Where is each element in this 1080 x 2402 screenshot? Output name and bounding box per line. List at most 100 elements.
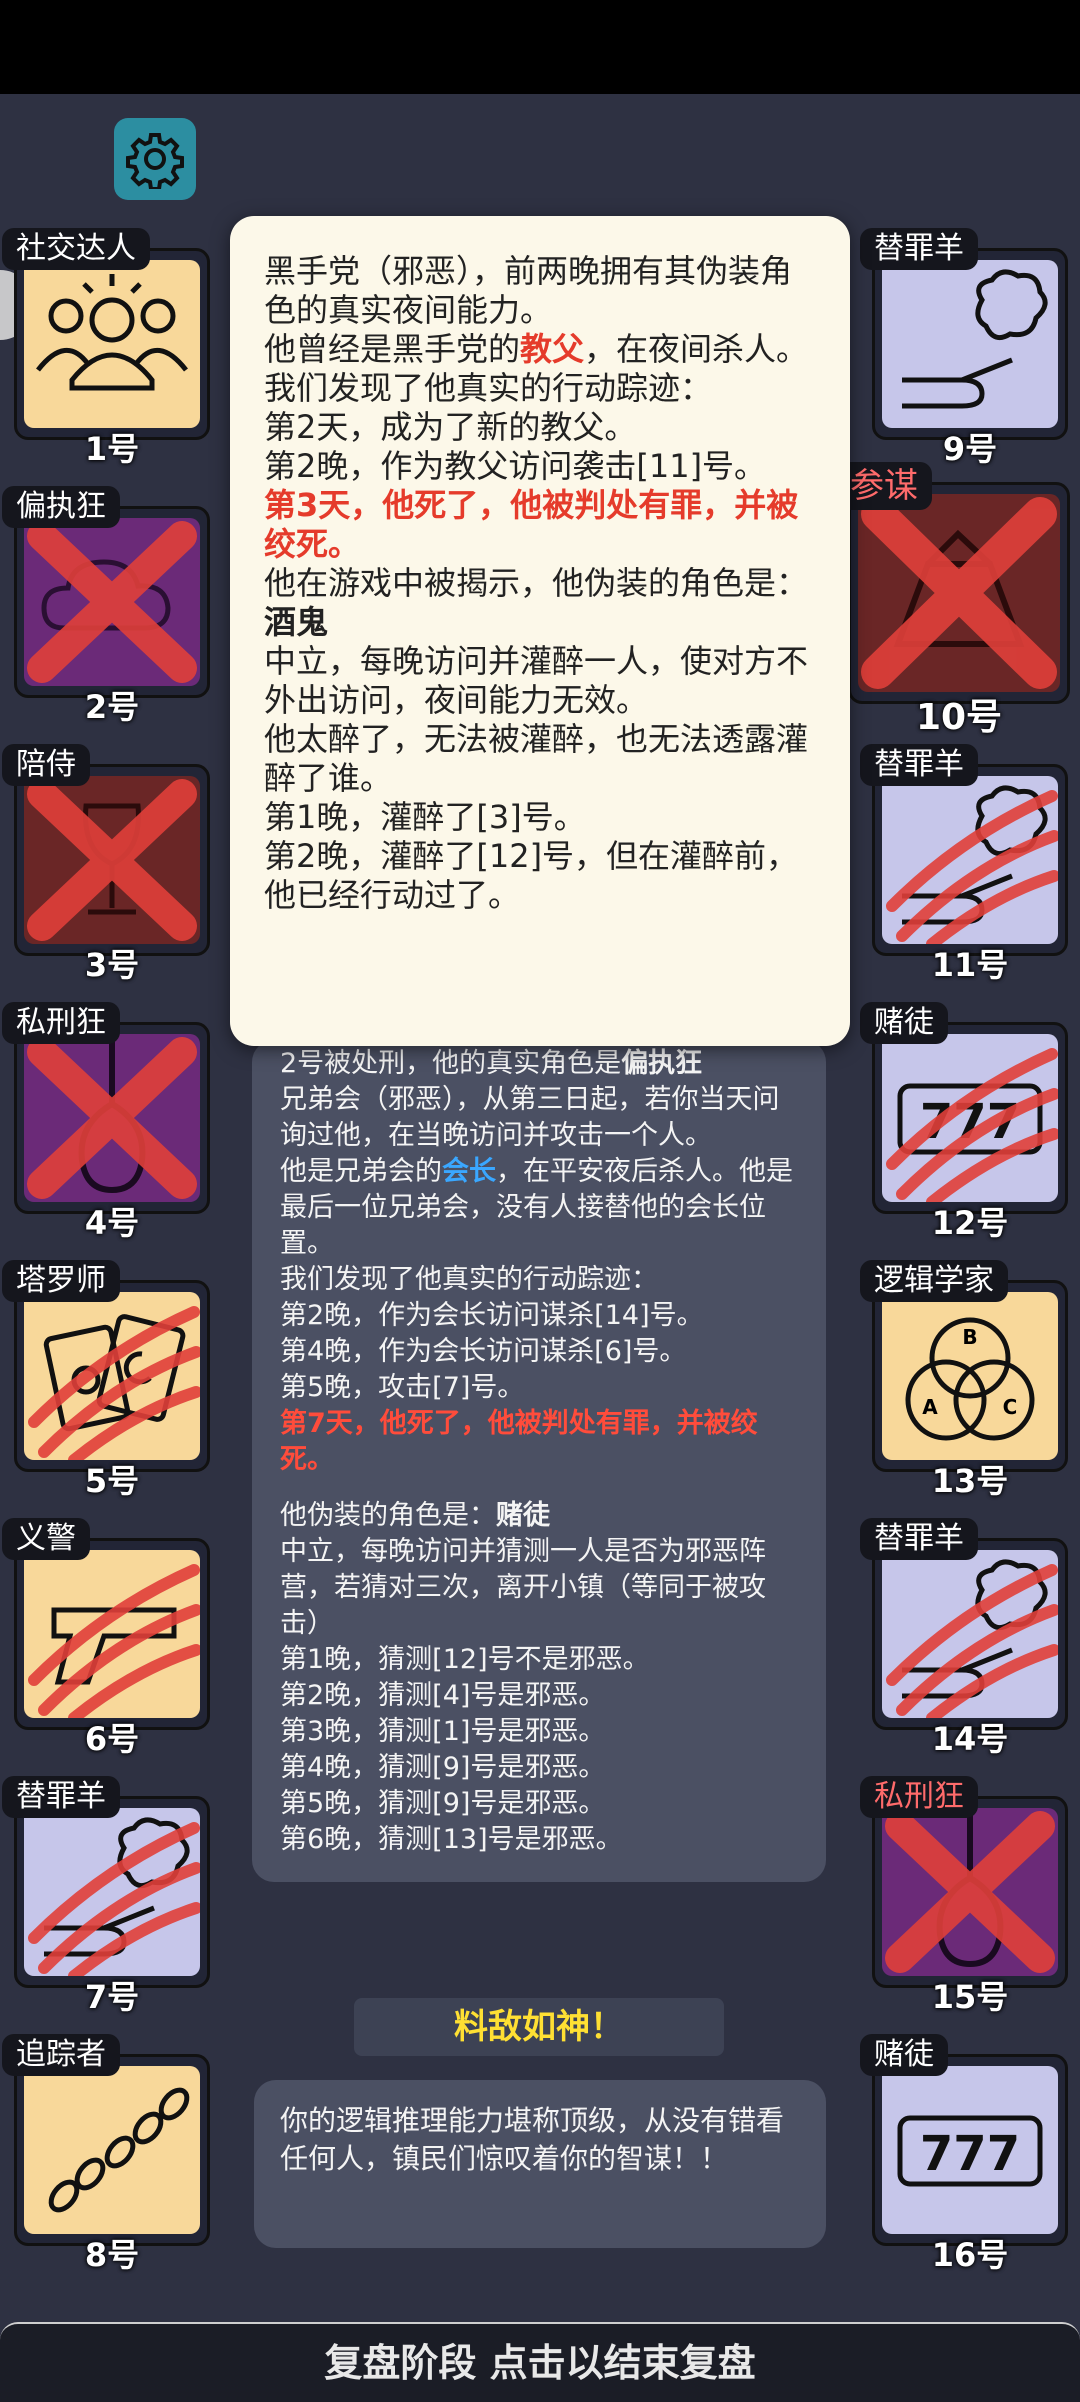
role-label: 替罪羊 [2,1776,120,1818]
log-line: 第4晚，作为会长访问谋杀[6]号。 [280,1336,687,1367]
eliminated-x-icon [861,497,1057,689]
popup-line: 黑手党（邪恶），前两晚拥有其伪装角色的真实夜间能力。 [264,252,793,329]
scapegoat-sheep-icon [902,269,1048,409]
log-line: 我们发现了他真实的行动踪迹： [280,1264,658,1295]
popup-death-line: 第3天，他死了，他被判处有罪，并被绞死。 [264,486,799,563]
log-line: 他是兄弟会的会长，在平安夜后杀人。他是最后一位兄弟会，没有人接替他的会长位置。 [280,1156,793,1259]
player-number: 15号 [931,1978,1009,2016]
svg-text:A: A [922,1395,938,1419]
log-line: 第2晚，作为会长访问谋杀[14]号。 [280,1300,704,1331]
player-card-12[interactable]: 777 赌徒 12号 [860,1002,1068,1242]
eliminated-x-icon [27,779,197,941]
log-line: 第5晚，攻击[7]号。 [280,1372,525,1403]
claw-attack-icon [886,790,1058,944]
player-card-10[interactable]: 参谋 10号 [836,462,1076,738]
svg-text:C: C [1003,1395,1018,1419]
status-bar [0,0,1080,94]
player-number: 10号 [915,697,1003,738]
eliminated-x-icon [27,521,197,683]
popup-line: 他在游戏中被揭示，他伪装的角色是：酒鬼 [264,564,809,641]
player-number: 14号 [931,1720,1009,1758]
claw-attack-icon [28,1564,200,1718]
popup-line: 第2晚，作为教父访问袭击[11]号。 [264,447,767,485]
log-line: 2号被处刑，他的真实角色是偏执狂 [280,1048,703,1079]
praise-panel: 你的逻辑推理能力堪称顶级，从没有错看任何人，镇民们惊叹着你的智谋！！ [254,2080,826,2248]
player-card-3[interactable]: 陪侍 3号 [2,744,210,984]
log-line: 中立，每晚访问并猜测一人是否为邪恶阵营，若猜对三次，离开小镇（等同于被攻击） [280,1536,766,1639]
svg-text:B: B [962,1325,977,1349]
gear-icon [126,133,184,189]
player-card-16[interactable]: 777 赌徒 16号 [860,2034,1068,2274]
player-number: 6号 [84,1720,140,1758]
player-card-13[interactable]: B A C 逻辑学家 13号 [860,1260,1068,1500]
claw-attack-icon [886,1048,1058,1202]
player-card-6[interactable]: 义警 6号 [2,1518,210,1758]
role-label: 替罪羊 [860,1518,978,1560]
player-number: 3号 [84,946,140,984]
log-line: 他伪装的角色是：赌徒 [280,1500,550,1531]
role-label: 塔罗师 [2,1260,120,1302]
review-log-panel[interactable]: 2号被处刑，他的真实角色是偏执狂 兄弟会（邪恶），从第三日起，若你当天问询过他，… [252,1040,826,1882]
role-label: 参谋 [836,462,932,510]
claw-attack-icon [28,1822,200,1976]
player-number: 1号 [84,430,140,468]
slot-777-icon: 777 [897,2115,1043,2187]
player-card-14[interactable]: 替罪羊 14号 [860,1518,1068,1758]
popup-line: 中立，每晚访问并灌醉一人，使对方不外出访问，夜间能力无效。 [264,642,809,719]
player-card-9[interactable]: 替罪羊 9号 [860,228,1068,468]
player-card-15[interactable]: 私刑狂 15号 [860,1776,1068,2016]
eliminated-x-icon [27,1037,197,1199]
footprints-icon [48,2087,190,2213]
role-label: 陪侍 [2,744,90,786]
role-label: 逻辑学家 [860,1260,1008,1302]
result-banner: 料敌如神！ [354,1998,724,2056]
player-number: 8号 [84,2236,140,2274]
player-card-8[interactable]: 追踪者 8号 [2,2034,210,2274]
player-card-2[interactable]: 偏执狂 2号 [2,486,210,726]
end-review-button[interactable]: 复盘阶段 点击以结束复盘 [0,2322,1080,2402]
role-label: 追踪者 [2,2034,120,2076]
popup-line: 我们发现了他真实的行动踪迹： [264,369,713,407]
player-card-4[interactable]: 私刑狂 4号 [2,1002,210,1242]
role-label: 偏执狂 [2,486,120,528]
death-line: 第7天，他死了，他被判处有罪，并被绞死。 [280,1408,758,1475]
player-number: 13号 [931,1462,1009,1500]
popup-line: 他太醉了，无法被灌醉，也无法透露灌醉了谁。 [264,720,809,797]
log-line: 第3晚，猜测[1]号是邪恶。 [280,1716,606,1747]
log-line: 第6晚，猜测[13]号是邪恶。 [280,1824,623,1855]
role-label: 赌徒 [860,1002,948,1044]
log-line: 第1晚，猜测[12]号不是邪恶。 [280,1644,650,1675]
player-number: 12号 [931,1204,1009,1242]
log-line: 第4晚，猜测[9]号是邪恶。 [280,1752,606,1783]
role-label: 替罪羊 [860,744,978,786]
player-number: 7号 [84,1978,140,2016]
popup-line: 他曾经是黑手党的教父，在夜间杀人。 [264,330,809,368]
role-label: 赌徒 [860,2034,948,2076]
player-card-7[interactable]: 替罪羊 7号 [2,1776,210,2016]
popup-line: 第1晚，灌醉了[3]号。 [264,798,586,836]
log-line: 第2晚，猜测[4]号是邪恶。 [280,1680,606,1711]
player-number: 5号 [84,1462,140,1500]
settings-button[interactable] [114,118,196,200]
player-number: 2号 [84,688,140,726]
crowd-icon [36,274,188,391]
player-number: 16号 [931,2236,1009,2274]
role-label: 替罪羊 [860,228,978,270]
role-label: 私刑狂 [2,1002,120,1044]
player-card-11[interactable]: 替罪羊 11号 [860,744,1068,984]
venn-diagram-icon: B A C [905,1317,1035,1441]
player-card-1[interactable]: 社交达人 1号 [2,228,210,468]
role-label: 社交达人 [2,228,150,270]
claw-attack-icon [886,1564,1058,1718]
eliminated-x-icon [885,1811,1055,1973]
claw-attack-icon [28,1306,200,1460]
popup-line: 第2晚，灌醉了[12]号，但在灌醉前，他已经行动过了。 [264,837,799,914]
role-detail-popup[interactable]: 黑手党（邪恶），前两晚拥有其伪装角色的真实夜间能力。 他曾经是黑手党的教父，在夜… [230,216,850,1046]
svg-text:777: 777 [920,2126,1020,2182]
log-line: 兄弟会（邪恶），从第三日起，若你当天问询过他，在当晚访问并攻击一个人。 [280,1084,780,1151]
role-label: 义警 [2,1518,90,1560]
player-number: 11号 [931,946,1009,984]
popup-line: 第2天，成为了新的教父。 [264,408,637,446]
role-label: 私刑狂 [860,1776,978,1818]
player-card-5[interactable]: 塔罗师 5号 [2,1260,210,1500]
